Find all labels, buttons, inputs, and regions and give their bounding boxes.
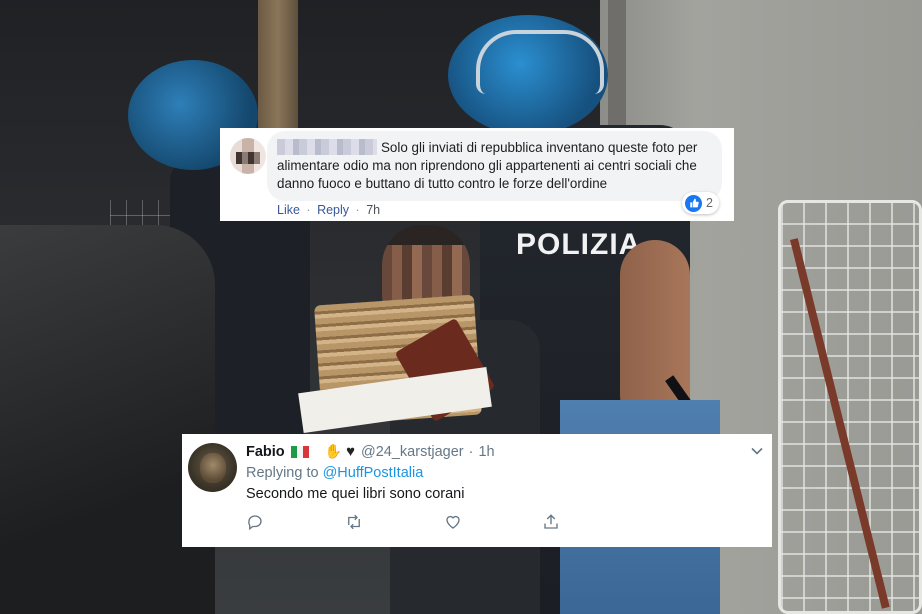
user-handle[interactable]: @24_karstjager bbox=[361, 444, 464, 460]
commenter-avatar-blurred[interactable] bbox=[230, 138, 266, 174]
separator: · bbox=[306, 203, 311, 217]
tweet-header: Fabio ✋ ♥ @24_karstjager · 1h bbox=[246, 443, 495, 460]
commenter-name-blurred[interactable] bbox=[277, 139, 377, 155]
mention-link[interactable]: @HuffPostItalia bbox=[323, 465, 424, 481]
reaction-summary[interactable]: 2 bbox=[682, 192, 719, 214]
like-link[interactable]: Like bbox=[277, 203, 300, 217]
reaction-count: 2 bbox=[706, 196, 713, 210]
separator: · bbox=[355, 203, 360, 217]
chevron-down-icon[interactable] bbox=[750, 444, 764, 463]
helmet-visor bbox=[476, 30, 604, 94]
facebook-comment-card: Solo gli inviati di repubblica inventano… bbox=[220, 128, 734, 221]
thumbs-up-icon bbox=[685, 194, 702, 212]
retweet-icon[interactable] bbox=[344, 513, 364, 533]
tweet-time[interactable]: 1h bbox=[478, 444, 494, 460]
comment-bubble: Solo gli inviati di repubblica inventano… bbox=[267, 131, 722, 201]
reply-icon[interactable] bbox=[246, 513, 266, 533]
share-icon[interactable] bbox=[542, 513, 562, 533]
black-heart-icon: ♥ bbox=[346, 443, 356, 460]
separator: · bbox=[468, 443, 474, 460]
raised-hand-icon: ✋ bbox=[324, 443, 343, 459]
display-name[interactable]: Fabio bbox=[246, 444, 285, 460]
black-tarp bbox=[0, 225, 215, 614]
tweet-actions bbox=[246, 513, 566, 533]
comment-actions: Like · Reply · 7h bbox=[277, 203, 380, 217]
reply-link[interactable]: Reply bbox=[317, 203, 349, 217]
tweet-text: Secondo me quei libri sono corani bbox=[246, 486, 465, 502]
user-avatar[interactable] bbox=[188, 443, 237, 492]
italy-flag-icon bbox=[290, 445, 309, 458]
like-icon[interactable] bbox=[444, 513, 464, 533]
replying-to: Replying to @HuffPostItalia bbox=[246, 465, 423, 481]
police-vest-label: POLIZIA bbox=[516, 228, 642, 261]
comment-time[interactable]: 7h bbox=[366, 203, 380, 217]
tweet-card[interactable]: Fabio ✋ ♥ @24_karstjager · 1h Replying t… bbox=[182, 434, 772, 547]
replying-prefix: Replying to bbox=[246, 465, 319, 481]
